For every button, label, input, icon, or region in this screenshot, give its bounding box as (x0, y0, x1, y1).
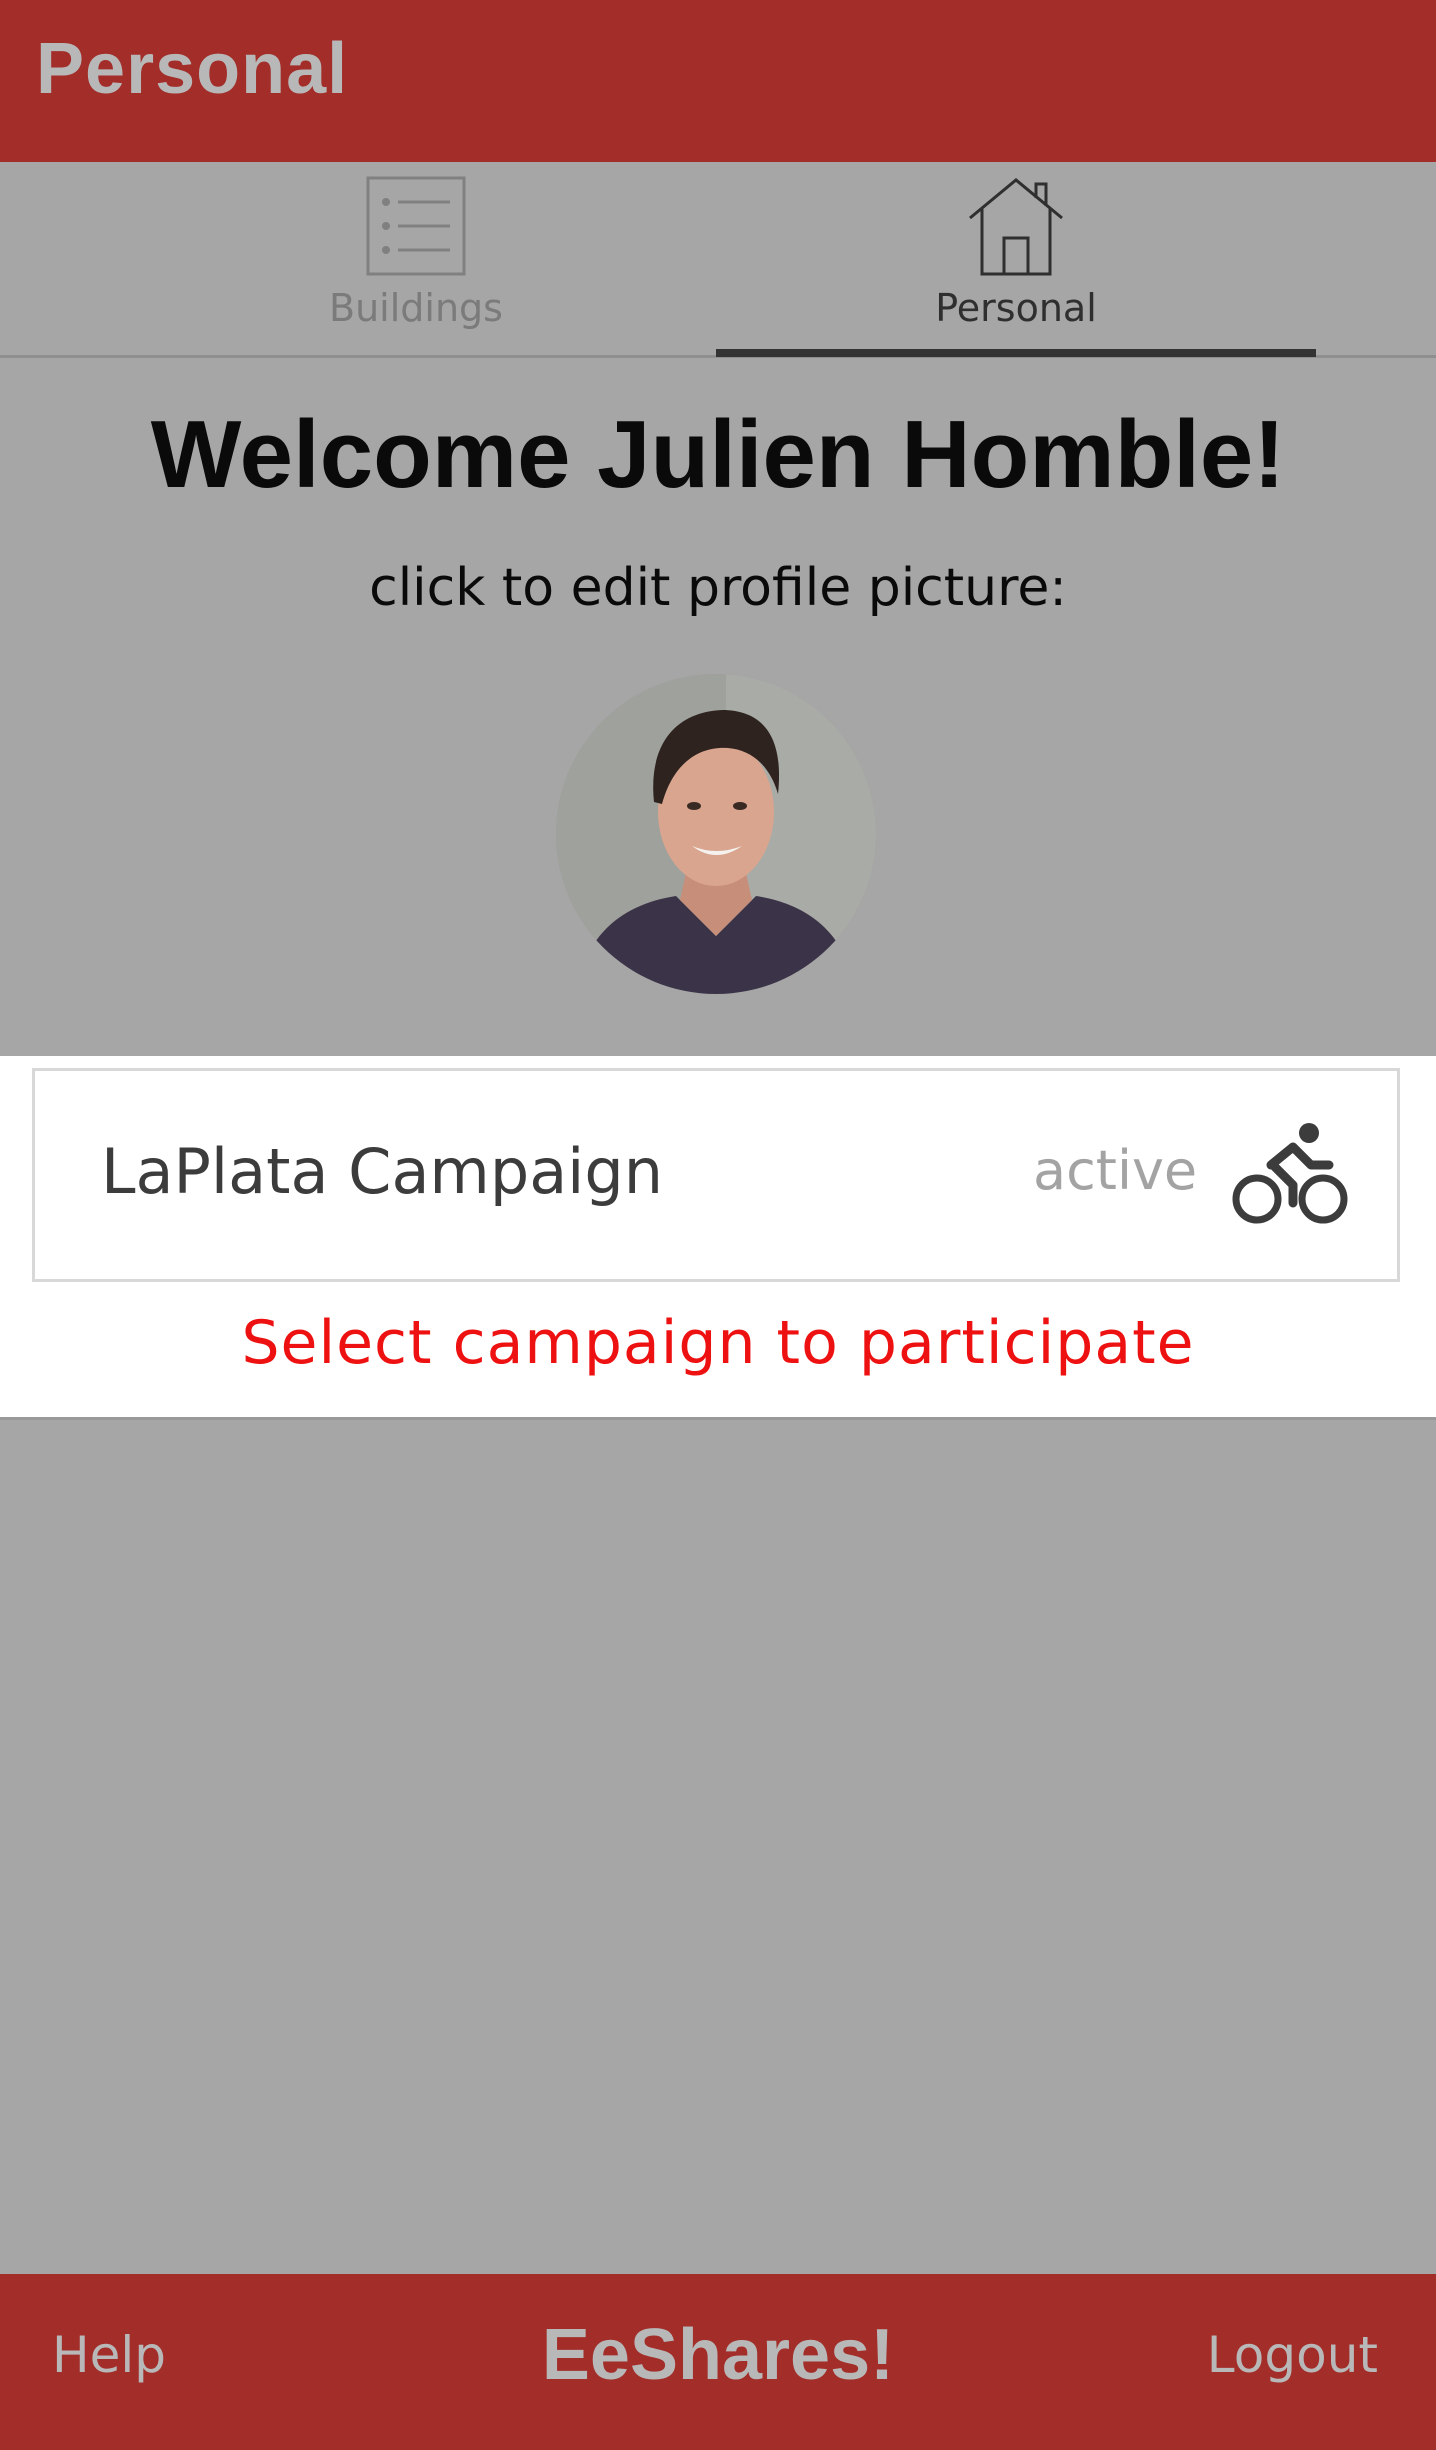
page-title: Personal (36, 29, 349, 109)
bicycle-icon (1231, 1121, 1351, 1229)
tab-buildings[interactable]: Buildings (116, 162, 716, 358)
campaign-select-prompt: Select campaign to participate (241, 1308, 1195, 1378)
tab-bar: Buildings Personal (0, 162, 1436, 358)
logout-link[interactable]: Logout (1207, 2326, 1378, 2384)
footer-bar: Help EeShares! Logout (0, 2274, 1436, 2450)
list-icon (366, 176, 466, 280)
campaign-status: active (1033, 1139, 1198, 1202)
tab-label: Buildings (329, 286, 503, 330)
tab-personal[interactable]: Personal (716, 162, 1316, 358)
campaign-panel: LaPlata Campaign active Select campaign … (0, 1056, 1436, 1420)
house-icon (966, 176, 1066, 280)
welcome-heading: Welcome Julien Homble! (150, 401, 1286, 508)
edit-profile-hint: click to edit profile picture: (369, 558, 1067, 618)
campaign-card[interactable]: LaPlata Campaign active (32, 1068, 1400, 1282)
active-tab-indicator (716, 349, 1316, 357)
campaign-name: LaPlata Campaign (101, 1135, 664, 1208)
app-bar: Personal (0, 0, 1436, 162)
profile-picture[interactable] (556, 674, 876, 994)
tab-label: Personal (935, 286, 1097, 330)
